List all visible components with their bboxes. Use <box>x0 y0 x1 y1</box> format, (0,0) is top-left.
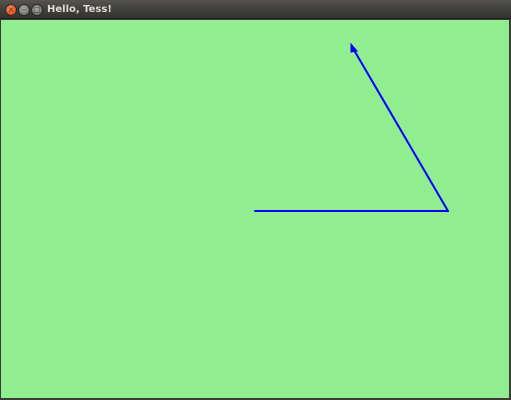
turtle-canvas[interactable] <box>1 20 509 398</box>
title-bar[interactable]: × – □ Hello, Tess! <box>0 0 511 19</box>
maximize-icon[interactable]: □ <box>31 3 43 16</box>
window-controls: × – □ <box>5 3 43 16</box>
turtle-arrow-icon <box>350 42 358 53</box>
minimize-icon[interactable]: – <box>18 3 30 16</box>
turtle-path-diagonal <box>353 49 449 212</box>
window-title: Hello, Tess! <box>47 4 112 15</box>
app-window: × – □ Hello, Tess! <box>0 0 511 400</box>
close-icon[interactable]: × <box>5 3 17 16</box>
turtle-drawing <box>254 42 449 212</box>
